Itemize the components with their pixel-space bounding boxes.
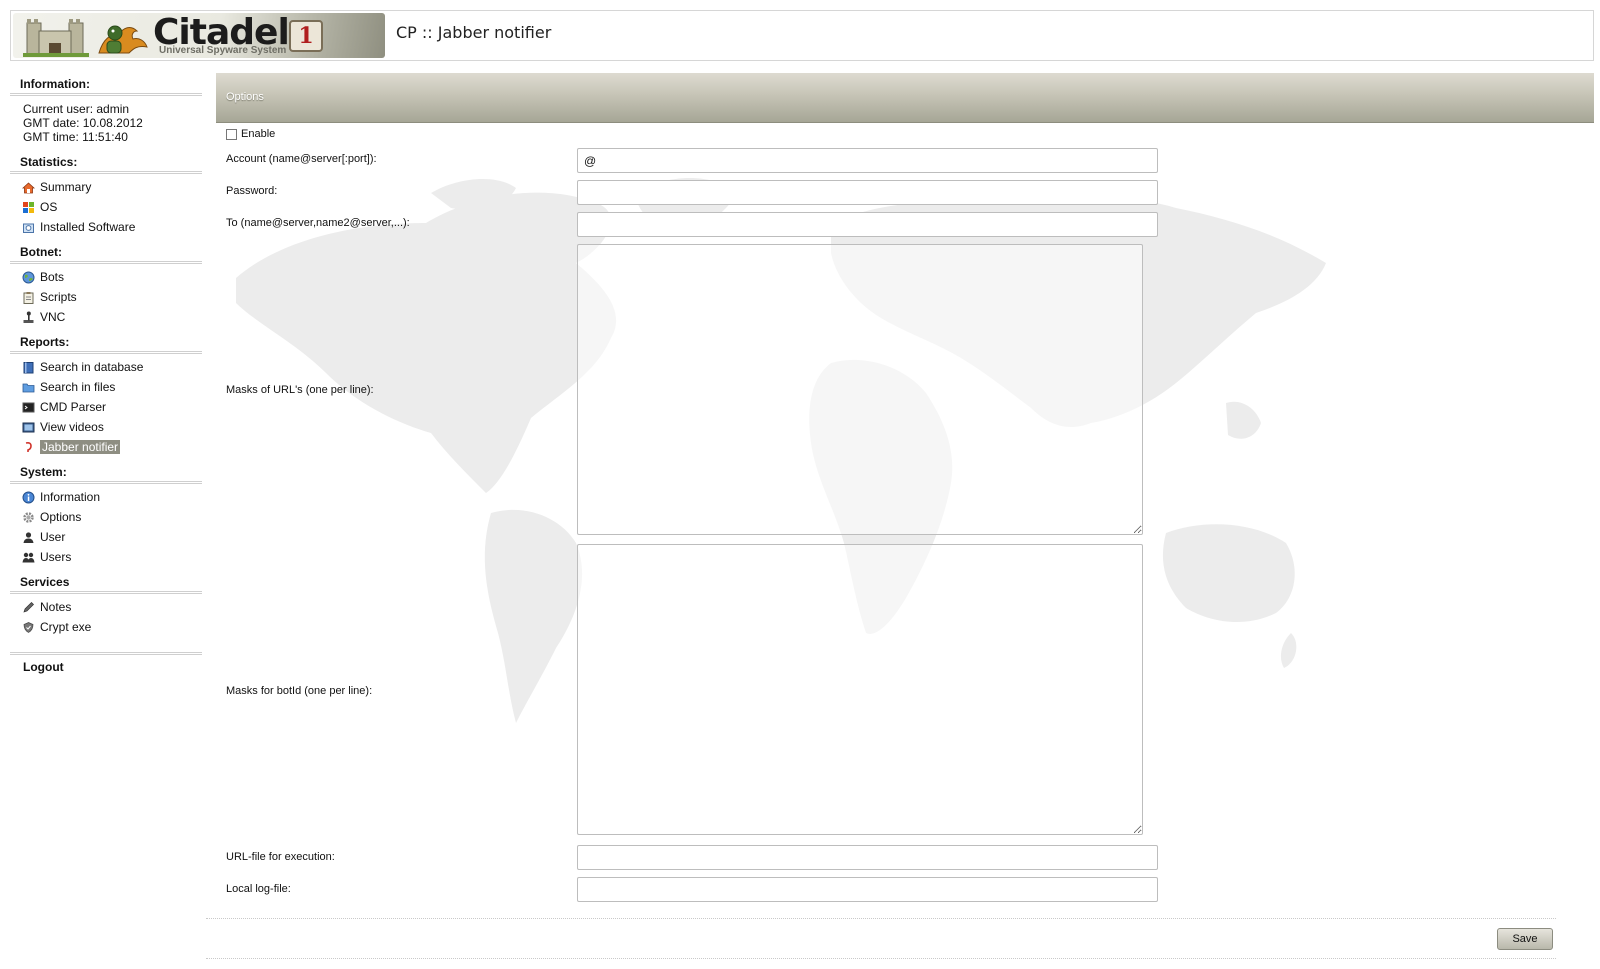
nav-search-in-database[interactable]: Search in database [10, 357, 202, 377]
nav-label: Options [40, 510, 82, 524]
enable-row: Enable [226, 128, 275, 140]
botid-masks-label: Masks for botId (one per line): [226, 685, 373, 697]
nav-label: Jabber notifier [40, 440, 121, 454]
account-input[interactable] [577, 148, 1158, 173]
sidebar: Information: Current user: admin GMT dat… [10, 72, 202, 674]
section-title-information: Information: [10, 72, 202, 96]
castle-icon [23, 19, 89, 57]
nav-installed-software[interactable]: Installed Software [10, 217, 202, 237]
terminal-icon [22, 401, 35, 414]
nav-label: Bots [40, 270, 65, 284]
nav-label: Installed Software [40, 220, 136, 234]
nav-label: OS [40, 200, 58, 214]
password-input[interactable] [577, 180, 1158, 205]
log-file-label: Local log-file: [226, 883, 291, 895]
url-masks-textarea[interactable] [577, 244, 1143, 535]
logout-section: Logout [10, 652, 202, 674]
video-screen-icon [22, 421, 35, 434]
section-title-botnet: Botnet: [10, 240, 202, 264]
section-title-system: System: [10, 460, 202, 484]
section-title-statistics: Statistics: [10, 150, 202, 174]
to-label: To (name@server,name2@server,...): [226, 217, 410, 229]
url-file-label: URL-file for execution: [226, 851, 335, 863]
section-title-services: Services [10, 570, 202, 594]
nav-options[interactable]: Options [10, 507, 202, 527]
nav-label: Summary [40, 180, 92, 194]
nav-label: Search in files [40, 380, 116, 394]
nav-label: Crypt exe [40, 620, 92, 634]
nav-information[interactable]: Information [10, 487, 202, 507]
page-header: Citadel Universal Spyware System 1 CP ::… [10, 10, 1594, 61]
shield-icon [22, 621, 35, 634]
botid-masks-textarea[interactable] [577, 544, 1143, 835]
database-book-icon [22, 361, 35, 374]
nav-cmd-parser[interactable]: CMD Parser [10, 397, 202, 417]
nav-user[interactable]: User [10, 527, 202, 547]
enable-checkbox[interactable] [226, 128, 237, 140]
logo-subtitle: Universal Spyware System [159, 45, 287, 56]
password-label: Password: [226, 185, 278, 197]
nav-crypt-exe[interactable]: Crypt exe [10, 617, 202, 637]
nav-label: Search in database [40, 360, 144, 374]
page-title: CP :: Jabber notifier [396, 23, 552, 42]
save-button[interactable]: Save [1497, 928, 1553, 950]
nav-label: View videos [40, 420, 104, 434]
nav-label: Users [40, 550, 72, 564]
dragon-icon [98, 25, 148, 54]
url-file-input[interactable] [577, 845, 1158, 870]
nav-label: VNC [40, 310, 66, 324]
user-icon [22, 531, 35, 544]
nav-label: CMD Parser [40, 400, 107, 414]
nav-summary[interactable]: Summary [10, 177, 202, 197]
section-title-reports: Reports: [10, 330, 202, 354]
nav-label: Information [40, 490, 101, 504]
nav-notes[interactable]: Notes [10, 597, 202, 617]
nav-os[interactable]: OS [10, 197, 202, 217]
pencil-icon [22, 601, 35, 614]
software-box-icon [22, 221, 35, 234]
nav-users[interactable]: Users [10, 547, 202, 567]
windows-logo-icon [22, 201, 35, 214]
nav-view-videos[interactable]: View videos [10, 417, 202, 437]
divider-top [206, 918, 1556, 919]
log-file-input[interactable] [577, 877, 1158, 902]
current-user-text: Current user: admin [23, 102, 130, 116]
gmt-time-text: GMT time: 11:51:40 [23, 130, 128, 144]
user-info: Current user: admin GMT date: 10.08.2012… [10, 96, 202, 150]
globe-icon [22, 271, 35, 284]
account-label: Account (name@server[:port]): [226, 153, 377, 165]
citadel-logo[interactable]: Citadel Universal Spyware System 1 [13, 13, 385, 58]
joystick-icon [22, 311, 35, 324]
gear-icon [22, 511, 35, 524]
options-section-header: Options [216, 73, 1594, 123]
nav-jabber-notifier[interactable]: Jabber notifier [10, 437, 202, 457]
divider-bottom [206, 958, 1556, 959]
nav-scripts[interactable]: Scripts [10, 287, 202, 307]
jabber-bulb-icon [22, 441, 35, 454]
nav-search-in-files[interactable]: Search in files [10, 377, 202, 397]
clipboard-icon [22, 291, 35, 304]
nav-bots[interactable]: Bots [10, 267, 202, 287]
logo-badge: 1 [289, 20, 323, 52]
main-content: Options Enable Account (name@server[:por… [216, 73, 1594, 953]
users-icon [22, 551, 35, 564]
gmt-date-text: GMT date: 10.08.2012 [23, 116, 143, 130]
nav-label: Notes [40, 600, 72, 614]
folder-icon [22, 381, 35, 394]
section-title: Options [226, 91, 264, 103]
nav-vnc[interactable]: VNC [10, 307, 202, 327]
home-icon [22, 181, 35, 194]
url-masks-label: Masks of URL's (one per line): [226, 384, 374, 396]
nav-label: User [40, 530, 66, 544]
nav-label: Scripts [40, 290, 77, 304]
logout-link[interactable]: Logout [23, 660, 64, 674]
info-icon [22, 491, 35, 504]
enable-label: Enable [241, 128, 276, 140]
to-input[interactable] [577, 212, 1158, 237]
